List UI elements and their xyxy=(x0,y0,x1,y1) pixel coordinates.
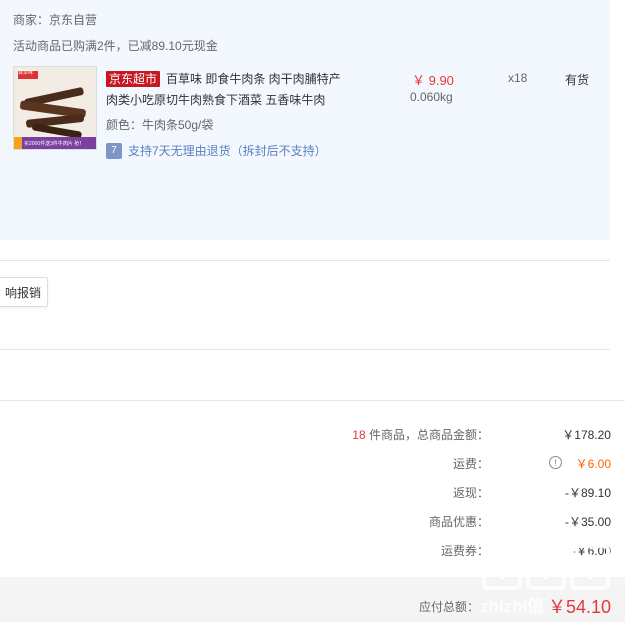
return-policy-icon: 7 xyxy=(106,142,122,159)
quantity: x18 xyxy=(508,71,528,85)
total-label: 应付总额： xyxy=(418,600,479,614)
coupon-label: 运费券： xyxy=(440,544,489,558)
item-count: 18 xyxy=(352,428,366,442)
product-thumbnail[interactable]: 百草味 买2000件送3件牛肉片 抢！ xyxy=(13,66,97,150)
jd-supermarket-badge: 京东超市 xyxy=(106,71,161,87)
item-count-suffix: 件商品，总商品金额： xyxy=(368,428,489,442)
summary-cashback-row: 返现： -￥89.10 xyxy=(0,484,625,504)
cashback-value: -￥89.10 xyxy=(564,486,611,500)
discount-label: 商品优惠： xyxy=(428,515,489,529)
subtotal-label: 18 件商品，总商品金额： xyxy=(352,426,489,443)
divider xyxy=(0,349,610,350)
summary-discount-row: 商品优惠： -￥35.00 xyxy=(0,513,625,533)
product-image xyxy=(14,67,96,149)
cashback-label: 返现： xyxy=(452,486,489,500)
divider xyxy=(0,260,610,261)
return-service: 7 支持7天无理由退货（拆封后不支持） xyxy=(106,142,327,159)
coupon-value: -￥6.00 xyxy=(571,544,611,558)
divider xyxy=(0,400,625,401)
seller-label: 商家：京东自营 xyxy=(13,13,98,27)
reimburse-button[interactable]: 响报销 xyxy=(0,277,48,307)
product-title[interactable]: 京东超市 百草味 即食牛肉条 肉干肉脯特产肉类小吃原切牛肉熟食下酒菜 五香味牛肉 xyxy=(106,69,351,111)
summary-subtotal-row: 18 件商品，总商品金额： ￥178.20 xyxy=(0,426,625,446)
image-brand: 百草味 xyxy=(18,70,34,76)
unit-weight: 0.060kg xyxy=(410,90,453,104)
return-service-text: 支持7天无理由退货（拆封后不支持） xyxy=(128,144,327,158)
summary-coupon-row: 运费券： -￥6.00 xyxy=(0,542,625,562)
promotion-text: 活动商品已购满2件，已减89.10元现金 xyxy=(13,39,218,53)
subtotal-value: ￥178.20 xyxy=(562,428,611,442)
info-icon[interactable]: ! xyxy=(549,456,562,469)
total-value: ￥54.10 xyxy=(547,597,611,617)
shipping-value: ￥6.00 xyxy=(575,457,611,471)
discount-value: -￥35.00 xyxy=(564,515,611,529)
image-banner: 买2000件送3件牛肉片 抢！ xyxy=(24,141,85,147)
total-bar: 应付总额： ￥54.10 xyxy=(0,577,625,622)
product-spec: 颜色：牛肉条50g/袋 xyxy=(106,118,214,132)
summary-shipping-row: 运费： ! ￥6.00 xyxy=(0,455,625,475)
stock-status: 有货 xyxy=(565,73,590,87)
unit-price: ￥ 9.90 xyxy=(412,73,454,88)
shipping-label: 运费： xyxy=(452,457,489,471)
order-checkout-page: 商家：京东自营 活动商品已购满2件，已减89.10元现金 百草味 买2000件送… xyxy=(0,0,625,622)
shop-section: 商家：京东自营 活动商品已购满2件，已减89.10元现金 百草味 买2000件送… xyxy=(0,0,610,240)
